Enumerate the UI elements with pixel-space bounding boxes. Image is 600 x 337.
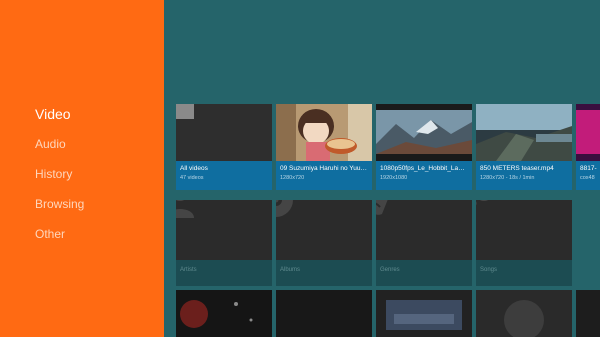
card-info: 8817- cox48 — [576, 161, 600, 190]
microphone-icon — [476, 200, 489, 218]
video-card[interactable]: 09 Suzumiya Haruhi no Yuuut... 1280x720 — [276, 104, 372, 190]
card-subtitle: cox48 — [580, 175, 595, 181]
video-thumbnail — [376, 104, 472, 161]
category-card-songs[interactable]: Songs — [476, 200, 572, 286]
nav-item-history[interactable]: History — [35, 164, 84, 194]
anime-thumbnail-image — [276, 104, 372, 161]
space-thumbnail-image — [176, 290, 272, 337]
history-row — [176, 290, 600, 337]
clapperboard-icon — [176, 104, 194, 119]
category-label: Songs — [480, 267, 498, 273]
mountain-thumbnail-image — [376, 104, 472, 161]
history-thumbnail — [176, 290, 272, 337]
history-card[interactable] — [176, 290, 272, 337]
history-thumbnail — [576, 290, 600, 337]
category-card-genres[interactable]: Genres — [376, 200, 472, 286]
card-info: 1080p50fps_Le_Hobbit_La_d... 1920x1080 — [376, 161, 472, 190]
sidebar: Video Audio History Browsing Other — [0, 0, 164, 337]
card-title: 850 METERS teaser.mp4 — [480, 165, 554, 172]
all-videos-thumbnail — [176, 104, 272, 161]
category-thumbnail — [476, 200, 572, 260]
category-card-albums[interactable]: Albums — [276, 200, 372, 286]
card-info: Songs — [476, 260, 572, 286]
card-info: 09 Suzumiya Haruhi no Yuuut... 1280x720 — [276, 161, 372, 190]
category-thumbnail — [276, 200, 372, 260]
history-card[interactable] — [576, 290, 600, 337]
card-title: 1080p50fps_Le_Hobbit_La_d... — [380, 165, 468, 172]
card-info: Genres — [376, 260, 472, 286]
category-thumbnail — [176, 200, 272, 260]
disc-icon — [276, 200, 293, 217]
category-card-artists[interactable]: Artists — [176, 200, 272, 286]
history-thumbnail — [376, 290, 472, 337]
history-thumbnail — [276, 290, 372, 337]
card-info: Artists — [176, 260, 272, 286]
card-subtitle: 1280x720 — [280, 175, 305, 181]
nav-item-other[interactable]: Other — [35, 224, 84, 254]
audio-category-row: Artists Albums Genres Songs — [176, 200, 572, 286]
video-thumbnail — [476, 104, 572, 161]
card-title: 8817- — [580, 165, 597, 172]
category-label: Albums — [280, 267, 301, 273]
history-card[interactable] — [276, 290, 372, 337]
card-info: All videos 47 videos — [176, 161, 272, 190]
card-title: All videos — [180, 165, 208, 172]
video-card[interactable]: 1080p50fps_Le_Hobbit_La_d... 1920x1080 — [376, 104, 472, 190]
video-card-all-videos[interactable]: All videos 47 videos — [176, 104, 272, 190]
category-label: Genres — [380, 267, 400, 273]
card-title: 09 Suzumiya Haruhi no Yuuut... — [280, 165, 368, 172]
card-subtitle: 1280x720 - 18s / 1min — [480, 175, 535, 181]
card-info: 850 METERS teaser.mp4 1280x720 - 18s / 1… — [476, 161, 572, 190]
sidebar-nav: Video Audio History Browsing Other — [35, 104, 84, 254]
nav-item-video[interactable]: Video — [35, 104, 84, 134]
card-subtitle: 1920x1080 — [380, 175, 408, 181]
poster-thumbnail-image — [376, 290, 472, 337]
history-card[interactable] — [376, 290, 472, 337]
history-card[interactable] — [476, 290, 572, 337]
card-info: Albums — [276, 260, 372, 286]
content-area: All videos 47 videos 09 Suzumiya Haruhi … — [164, 0, 600, 337]
nav-item-browsing[interactable]: Browsing — [35, 194, 84, 224]
category-label: Artists — [180, 267, 197, 273]
history-thumbnail — [476, 290, 572, 337]
video-row: All videos 47 videos 09 Suzumiya Haruhi … — [176, 104, 600, 190]
microphone-person-icon — [176, 200, 194, 218]
category-thumbnail — [376, 200, 472, 260]
card-subtitle: 47 videos — [180, 175, 204, 181]
theater-mask-icon — [376, 200, 388, 215]
video-thumbnail-image — [576, 104, 600, 161]
video-thumbnail — [576, 104, 600, 161]
video-card[interactable]: 850 METERS teaser.mp4 1280x720 - 18s / 1… — [476, 104, 572, 190]
video-card[interactable]: 8817- cox48 — [576, 104, 600, 190]
nav-item-audio[interactable]: Audio — [35, 134, 84, 164]
portrait-thumbnail-image — [476, 290, 572, 337]
video-thumbnail — [276, 104, 372, 161]
aerial-thumbnail-image — [476, 104, 572, 161]
